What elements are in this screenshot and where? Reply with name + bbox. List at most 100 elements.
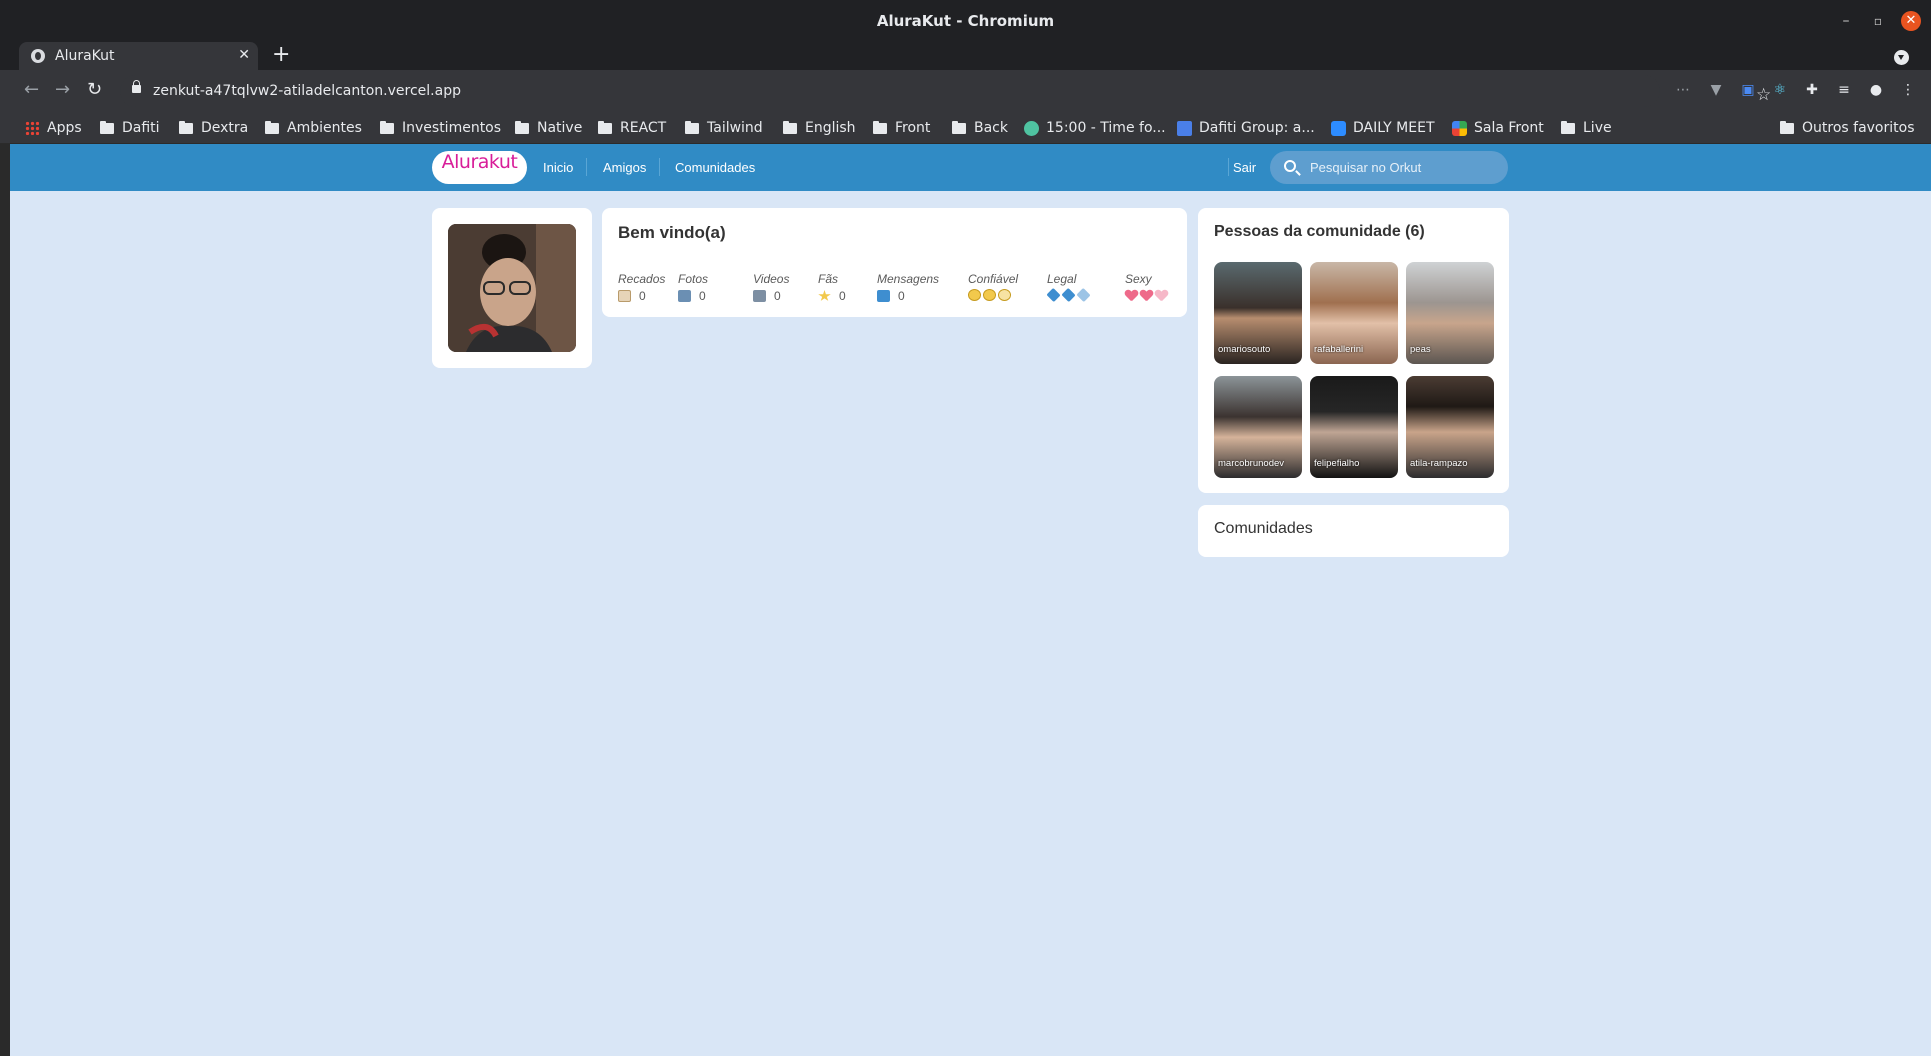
- folder-icon: [598, 120, 612, 134]
- stat-mensagens[interactable]: Mensagens 0: [877, 272, 939, 303]
- extensions-puzzle-icon[interactable]: ✚: [1803, 81, 1821, 99]
- friend-card[interactable]: felipefialho: [1310, 376, 1398, 478]
- stat-fotos[interactable]: Fotos 0: [678, 272, 708, 303]
- minimize-icon[interactable]: –: [1836, 11, 1856, 31]
- close-window-icon[interactable]: ✕: [1901, 11, 1921, 31]
- address-bar[interactable]: zenkut-a47tqlvw2-atiladelcanton.vercel.a…: [120, 75, 1771, 107]
- new-tab-icon[interactable]: +: [272, 44, 290, 66]
- smiley-icons: [968, 289, 1018, 301]
- folder-icon: [873, 120, 887, 134]
- profile-sidebar: [432, 208, 592, 368]
- friend-card[interactable]: rafaballerini: [1310, 262, 1398, 364]
- folder-icon: [265, 120, 279, 134]
- nav-inicio[interactable]: Inicio: [543, 160, 573, 175]
- rating-confiavel[interactable]: Confiável: [968, 272, 1018, 301]
- bookmark-link[interactable]: 15:00 - Time fo...: [1024, 119, 1166, 137]
- communities-box: Comunidades: [1198, 505, 1509, 557]
- google-meet-icon: [1452, 120, 1467, 136]
- profile-avatar-icon[interactable]: ●: [1867, 81, 1885, 99]
- apps-grid-icon: [25, 121, 39, 135]
- stat-label: Confiável: [968, 272, 1019, 286]
- search-input[interactable]: [1310, 160, 1490, 175]
- bookmark-folder[interactable]: Front: [873, 119, 930, 137]
- stat-fas[interactable]: Fãs 0: [818, 272, 846, 303]
- reload-icon[interactable]: ↻: [87, 80, 102, 100]
- vue-devtools-icon[interactable]: ▼: [1707, 81, 1725, 99]
- tab-strip: AluraKut ✕ +: [0, 42, 1931, 70]
- community-people-box: Pessoas da comunidade (6) omariosouto ra…: [1198, 208, 1509, 493]
- bookmark-folder[interactable]: Live: [1561, 119, 1612, 137]
- tab-title: AluraKut: [55, 48, 115, 64]
- site-header: Alurakut Inicio Amigos Comunidades Sair: [10, 144, 1931, 191]
- friend-card[interactable]: peas: [1406, 262, 1494, 364]
- url-text[interactable]: zenkut-a47tqlvw2-atiladelcanton.vercel.a…: [153, 83, 461, 99]
- envelope-icon: [877, 290, 890, 302]
- friend-name: atila-rampazo: [1410, 458, 1468, 469]
- browser-toolbar: ← → ↻ zenkut-a47tqlvw2-atiladelcanton.ve…: [0, 70, 1931, 112]
- bookmark-folder[interactable]: Dextra: [179, 119, 248, 137]
- camera-icon: [678, 290, 691, 302]
- tab-search-icon[interactable]: [1894, 50, 1909, 65]
- reading-list-icon[interactable]: ≡: [1835, 81, 1853, 99]
- other-bookmarks-folder[interactable]: Outros favoritos: [1780, 119, 1915, 137]
- bookmark-folder[interactable]: Investimentos: [380, 119, 501, 137]
- friend-card[interactable]: marcobrunodev: [1214, 376, 1302, 478]
- browser-tab[interactable]: AluraKut ✕: [19, 42, 258, 70]
- rating-sexy[interactable]: Sexy: [1125, 272, 1168, 301]
- bookmark-folder[interactable]: Tailwind: [685, 119, 763, 137]
- friend-name: peas: [1410, 344, 1431, 355]
- nav-comunidades[interactable]: Comunidades: [675, 160, 755, 175]
- stat-value: 0: [639, 289, 646, 303]
- bookmark-apps[interactable]: Apps: [25, 119, 82, 137]
- logout-link[interactable]: Sair: [1233, 160, 1256, 175]
- back-arrow-icon[interactable]: ←: [24, 80, 39, 100]
- nav-divider: [1228, 158, 1229, 176]
- forward-arrow-icon[interactable]: →: [55, 80, 70, 100]
- communities-title: Comunidades: [1214, 520, 1313, 537]
- stat-videos[interactable]: Videos 0: [753, 272, 789, 303]
- folder-icon: [1780, 120, 1794, 134]
- bookmark-folder[interactable]: Native: [515, 119, 582, 137]
- friend-card[interactable]: atila-rampazo: [1406, 376, 1494, 478]
- extension-dots-icon[interactable]: ⋯: [1674, 81, 1692, 99]
- stat-value: 0: [898, 289, 905, 303]
- stat-label: Fotos: [678, 272, 709, 286]
- bookmark-link[interactable]: Dafiti Group: a...: [1177, 119, 1315, 137]
- stat-label: Legal: [1047, 272, 1077, 286]
- react-devtools-icon[interactable]: ⚛: [1771, 81, 1789, 99]
- bookmark-link[interactable]: DAILY MEET: [1331, 119, 1435, 137]
- search-icon: [1284, 160, 1296, 172]
- friend-card[interactable]: omariosouto: [1214, 262, 1302, 364]
- friend-name: marcobrunodev: [1218, 458, 1285, 469]
- bookmark-folder[interactable]: English: [783, 119, 856, 137]
- nav-amigos[interactable]: Amigos: [603, 160, 646, 175]
- bookmark-star-icon[interactable]: ☆: [1756, 85, 1771, 105]
- stat-recados[interactable]: Recados 0: [618, 272, 665, 303]
- desktop-edge: [0, 144, 10, 1056]
- folder-icon: [380, 120, 394, 134]
- page-title: Bem vindo(a): [618, 223, 726, 242]
- nav-divider: [586, 158, 587, 176]
- browser-menu-icon[interactable]: ⋮: [1899, 81, 1917, 99]
- alurakut-logo[interactable]: Alurakut: [432, 151, 527, 184]
- bookmark-folder[interactable]: Dafiti: [100, 119, 160, 137]
- check-circle-icon: [1024, 120, 1039, 136]
- notes-icon: [618, 290, 631, 302]
- zoom-video-icon: [1331, 120, 1346, 136]
- profile-avatar[interactable]: [448, 224, 576, 352]
- bookmark-folder[interactable]: Ambientes: [265, 119, 362, 137]
- close-tab-icon[interactable]: ✕: [238, 47, 250, 63]
- bookmark-folder[interactable]: REACT: [598, 119, 666, 137]
- page-viewport: Alurakut Inicio Amigos Comunidades Sair: [10, 144, 1931, 1056]
- lock-icon[interactable]: [132, 80, 141, 93]
- translate-icon[interactable]: ▣: [1739, 81, 1757, 99]
- calendar-icon: [1177, 120, 1192, 136]
- site-search[interactable]: [1270, 151, 1508, 184]
- maximize-icon[interactable]: ▫: [1868, 11, 1888, 31]
- ice-cube-icons: [1046, 287, 1091, 303]
- bookmark-folder[interactable]: Back: [952, 119, 1008, 137]
- stat-value: 0: [699, 289, 706, 303]
- rating-legal[interactable]: Legal: [1046, 272, 1091, 303]
- bookmark-link[interactable]: Sala Front: [1452, 119, 1544, 137]
- folder-icon: [100, 120, 114, 134]
